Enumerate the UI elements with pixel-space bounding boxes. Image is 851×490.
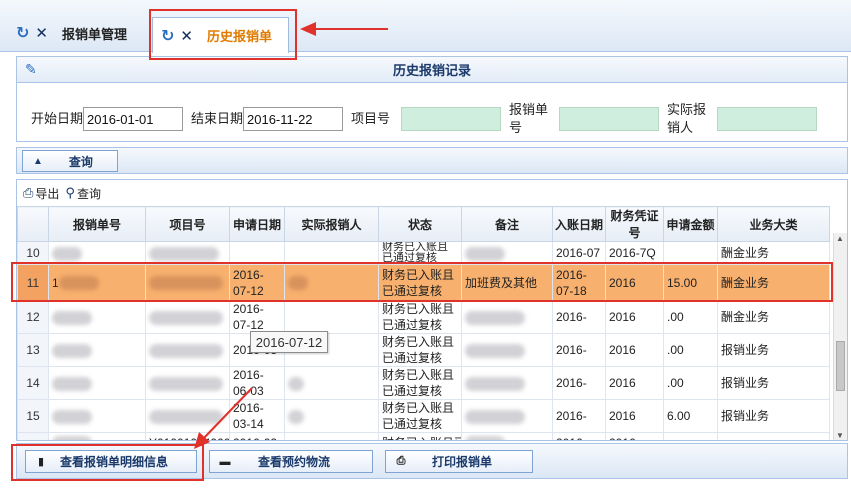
arrow-to-button: [201, 387, 253, 441]
annotation-arrows: [194, 22, 388, 449]
arrow-head-tab: [300, 22, 316, 36]
